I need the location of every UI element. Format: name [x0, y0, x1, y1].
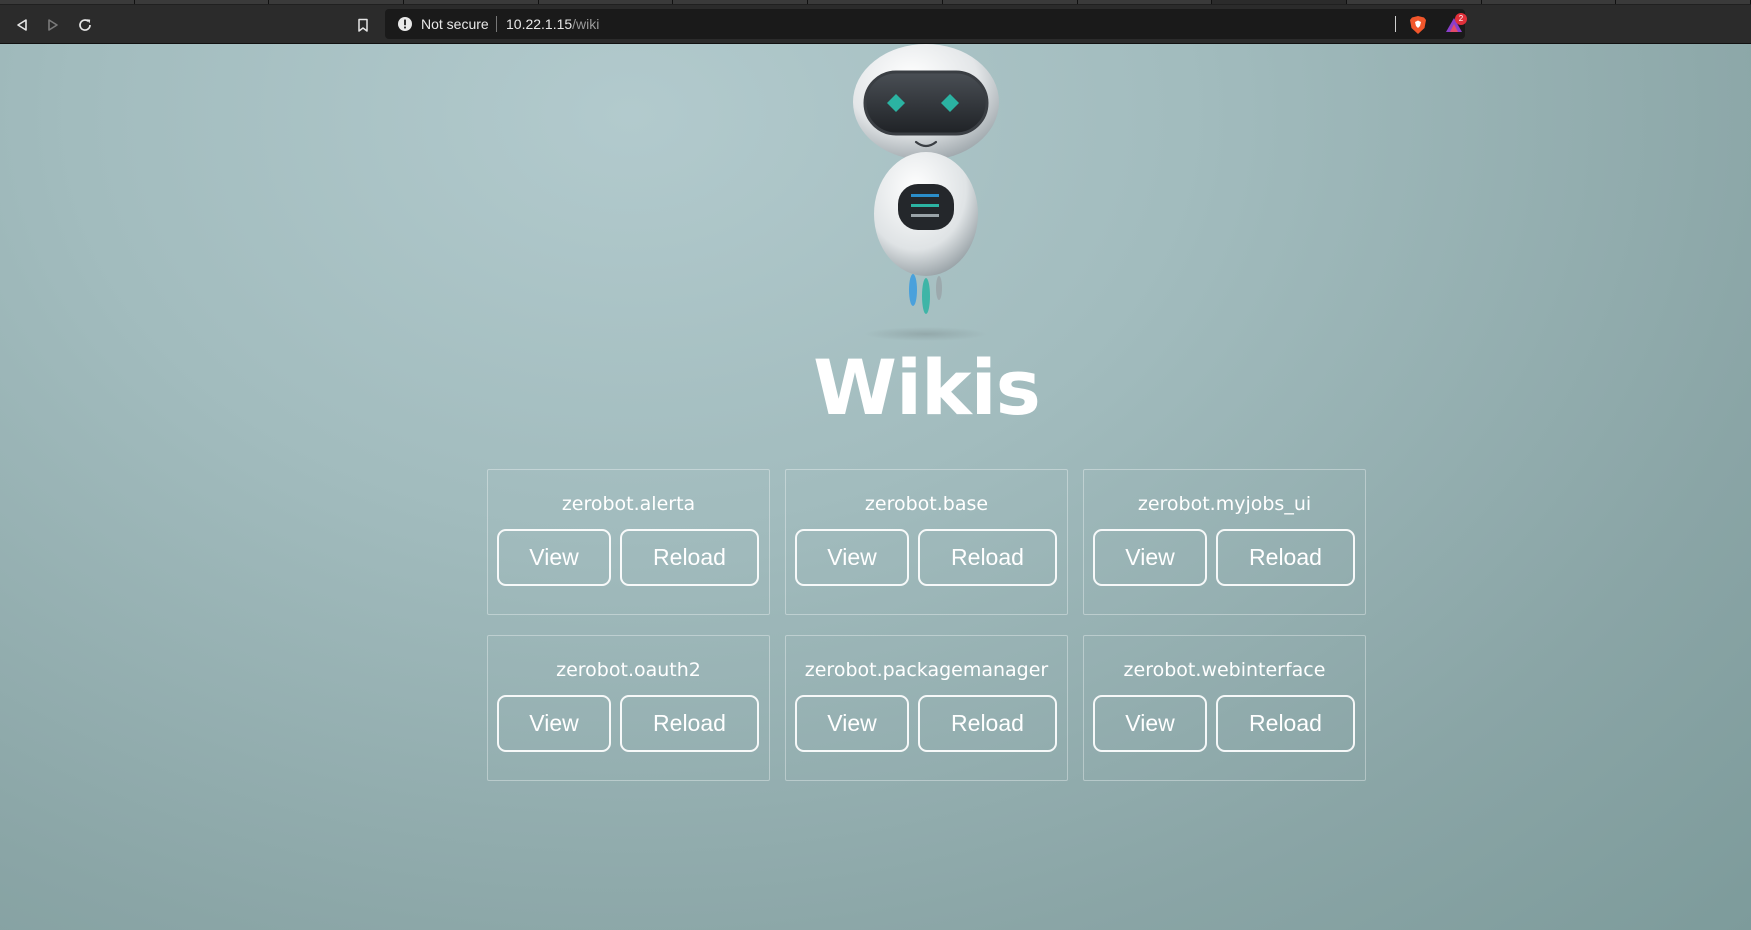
info-icon[interactable] [397, 16, 413, 32]
browser-tab[interactable] [1616, 0, 1751, 4]
wiki-actions: View Reload [1093, 695, 1355, 752]
wiki-actions: View Reload [1093, 529, 1355, 586]
browser-tab[interactable] [134, 0, 270, 4]
view-button[interactable]: View [795, 529, 909, 586]
view-button[interactable]: View [1093, 529, 1207, 586]
view-button[interactable]: View [1093, 695, 1207, 752]
url-host: 10.22.1.15 [506, 16, 573, 32]
url-path: /wiki [572, 16, 600, 32]
view-button[interactable]: View [497, 529, 611, 586]
robot-mascot-icon [853, 44, 999, 341]
wiki-name: zerobot.oauth2 [556, 659, 701, 681]
reload-icon [79, 19, 91, 31]
bookmark-button[interactable] [351, 13, 375, 37]
brave-rewards-button[interactable]: 2 [1443, 13, 1467, 36]
wiki-name: zerobot.webinterface [1123, 659, 1326, 681]
browser-tab[interactable] [1481, 0, 1617, 4]
browser-tab[interactable] [269, 0, 405, 4]
wiki-card: zerobot.alerta View Reload [487, 469, 770, 615]
wiki-actions: View Reload [497, 695, 759, 752]
browser-tab[interactable] [1346, 0, 1482, 4]
wiki-name: zerobot.alerta [561, 493, 696, 515]
browser-tab[interactable] [1077, 0, 1213, 4]
wiki-card: zerobot.oauth2 View Reload [487, 635, 770, 781]
address-bar[interactable]: Not secure 10.22.1.15/wiki 2 [385, 9, 1467, 39]
forward-button[interactable] [41, 13, 65, 37]
address-separator [496, 16, 497, 32]
back-arrow-icon [17, 19, 27, 31]
reload-button[interactable]: Reload [1216, 695, 1355, 752]
view-button[interactable]: View [795, 695, 909, 752]
wiki-card: zerobot.base View Reload [785, 469, 1068, 615]
wiki-card: zerobot.packagemanager View Reload [785, 635, 1068, 781]
brave-shield-icon[interactable] [1409, 15, 1427, 35]
browser-tab[interactable] [942, 0, 1078, 4]
browser-tab[interactable] [538, 0, 674, 4]
reload-button[interactable]: Reload [620, 695, 759, 752]
wiki-actions: View Reload [795, 695, 1057, 752]
browser-tab[interactable] [673, 0, 809, 4]
browser-tab[interactable] [404, 0, 539, 4]
wiki-actions: View Reload [795, 529, 1057, 586]
page-title: Wikis [813, 343, 1041, 432]
browser-tab[interactable] [0, 0, 135, 4]
reload-button[interactable]: Reload [620, 529, 759, 586]
page-content: Wikis zerobot.alerta View Reload zerobot… [0, 44, 1751, 930]
reload-button[interactable]: Reload [1216, 529, 1355, 586]
reload-button[interactable] [73, 13, 97, 37]
wiki-card: zerobot.webinterface View Reload [1083, 635, 1366, 781]
wiki-card: zerobot.myjobs_ui View Reload [1083, 469, 1366, 615]
browser-tab[interactable] [808, 0, 943, 4]
rewards-badge: 2 [1455, 13, 1467, 25]
bookmark-icon [358, 18, 368, 32]
reload-button[interactable]: Reload [918, 529, 1057, 586]
wiki-grid: zerobot.alerta View Reload zerobot.base … [487, 469, 1367, 781]
reload-button[interactable]: Reload [918, 695, 1057, 752]
wiki-name: zerobot.base [864, 493, 989, 515]
wiki-name: zerobot.myjobs_ui [1137, 493, 1312, 515]
forward-arrow-icon [48, 19, 58, 31]
view-button[interactable]: View [497, 695, 611, 752]
browser-tab-active[interactable] [1212, 0, 1347, 4]
security-label[interactable]: Not secure [421, 16, 489, 32]
wiki-name: zerobot.packagemanager [804, 659, 1049, 681]
address-divider [1395, 16, 1396, 32]
browser-toolbar: Not secure 10.22.1.15/wiki 2 [0, 5, 1751, 44]
back-button[interactable] [10, 13, 34, 37]
url-text[interactable]: 10.22.1.15/wiki [506, 16, 599, 32]
wiki-actions: View Reload [497, 529, 759, 586]
